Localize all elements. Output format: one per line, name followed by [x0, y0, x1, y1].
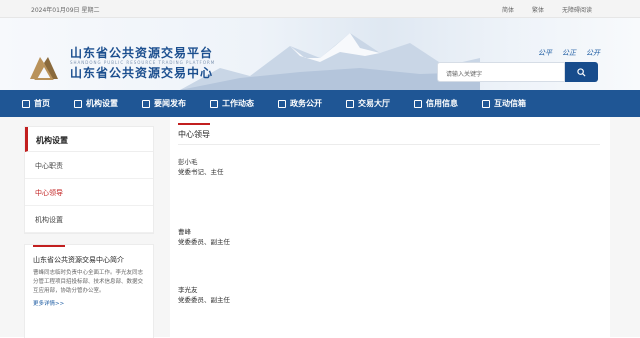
site-title: 山东省公共资源交易平台 SHANDONG PUBLIC RESOURCE TRA… — [70, 46, 215, 80]
leader-entry: 曹峰 党委委员、副主任 — [178, 227, 230, 247]
nav-item-organization[interactable]: 机构设置 — [62, 90, 130, 117]
top-links: 简体 繁体 无障碍阅读 — [502, 5, 592, 14]
slogan-fair: 公平 — [538, 49, 552, 57]
slogan-open: 公开 — [586, 49, 600, 57]
nav-item-trading-hall[interactable]: 交易大厅 — [334, 90, 402, 117]
home-icon — [22, 99, 30, 108]
content-heading: 中心领导 — [178, 123, 240, 140]
mail-icon — [482, 99, 490, 108]
nav-item-home[interactable]: 首页 — [10, 90, 62, 117]
nav-item-mailbox[interactable]: 互动信箱 — [470, 90, 538, 117]
leader-role: 党委书记、主任 — [178, 168, 224, 176]
leader-entry: 李光友 党委委员、副主任 — [178, 285, 230, 305]
slogan-just: 公正 — [562, 49, 576, 57]
platform-title: 山东省公共资源交易平台 — [70, 46, 214, 60]
leader-name: 曹峰 — [178, 228, 191, 236]
accessibility-link[interactable]: 无障碍阅读 — [562, 5, 592, 14]
date-text: 2024年01月09日 星期二 — [31, 7, 100, 14]
top-bar: 2024年01月09日 星期二 简体 繁体 无障碍阅读 — [0, 0, 640, 18]
leader-name: 李光友 — [178, 286, 198, 294]
mountain-background — [180, 33, 480, 90]
site-header: 山东省公共资源交易平台 SHANDONG PUBLIC RESOURCE TRA… — [0, 18, 640, 90]
leader-entry: 彭小毛 党委书记、主任 — [178, 157, 224, 177]
sidebar-item-responsibilities[interactable]: 中心职责 — [25, 152, 153, 179]
people-icon — [278, 99, 286, 108]
main-nav: 首页 机构设置 要闻发布 工作动态 政务公开 交易大厅 信用信息 互动信箱 — [0, 90, 640, 117]
sidebar-item-leadership[interactable]: 中心领导 — [25, 179, 153, 206]
page-title: 中心领导 — [178, 129, 210, 139]
nav-item-news[interactable]: 要闻发布 — [130, 90, 198, 117]
hall-icon — [346, 99, 354, 108]
sidebar-heading: 机构设置 — [25, 127, 153, 152]
sidebar-item-organization[interactable]: 机构设置 — [25, 206, 153, 233]
leader-role: 党委委员、副主任 — [178, 238, 230, 246]
intro-accent-bar — [33, 245, 65, 247]
slogans: 公平 公正 公开 — [538, 48, 600, 58]
nav-item-work-updates[interactable]: 工作动态 — [198, 90, 266, 117]
content-panel: 中心领导 彭小毛 党委书记、主任 曹峰 党委委员、副主任 李光友 党委委员、副主… — [170, 117, 610, 337]
traditional-chinese-link[interactable]: 繁体 — [532, 5, 544, 14]
logo-icon — [30, 57, 58, 80]
side-menu: 机构设置 中心职责 中心领导 机构设置 — [24, 126, 154, 234]
search-input[interactable]: 请输入关键字 — [437, 62, 565, 82]
sidebar: 机构设置 中心职责 中心领导 机构设置 山东省公共资源交易中心简介 曹峰同志临时… — [24, 126, 154, 338]
heading-divider — [178, 144, 600, 145]
search-button[interactable] — [565, 62, 598, 82]
doc-icon — [210, 99, 218, 108]
center-title: 山东省公共资源交易中心 — [70, 66, 214, 80]
intro-title: 山东省公共资源交易中心简介 — [33, 256, 124, 264]
intro-card: 山东省公共资源交易中心简介 曹峰同志临时负责中心全面工作。李光友同志分管工程项目… — [24, 244, 154, 338]
heading-accent-bar — [178, 123, 210, 125]
main-area: 机构设置 中心职责 中心领导 机构设置 山东省公共资源交易中心简介 曹峰同志临时… — [0, 117, 640, 338]
leader-role: 党委委员、副主任 — [178, 296, 230, 304]
simplified-chinese-link[interactable]: 简体 — [502, 5, 514, 14]
shield-icon — [414, 99, 422, 108]
search-icon — [577, 67, 586, 77]
news-icon — [142, 99, 150, 108]
nav-item-credit-info[interactable]: 信用信息 — [402, 90, 470, 117]
leader-name: 彭小毛 — [178, 158, 198, 166]
nav-item-government-affairs[interactable]: 政务公开 — [266, 90, 334, 117]
org-icon — [74, 99, 82, 108]
intro-text: 曹峰同志临时负责中心全面工作。李光友同志分管工程项目招投标部、技术信息部、数据交… — [33, 270, 144, 294]
more-details-link[interactable]: 更多详情>> — [33, 299, 145, 307]
